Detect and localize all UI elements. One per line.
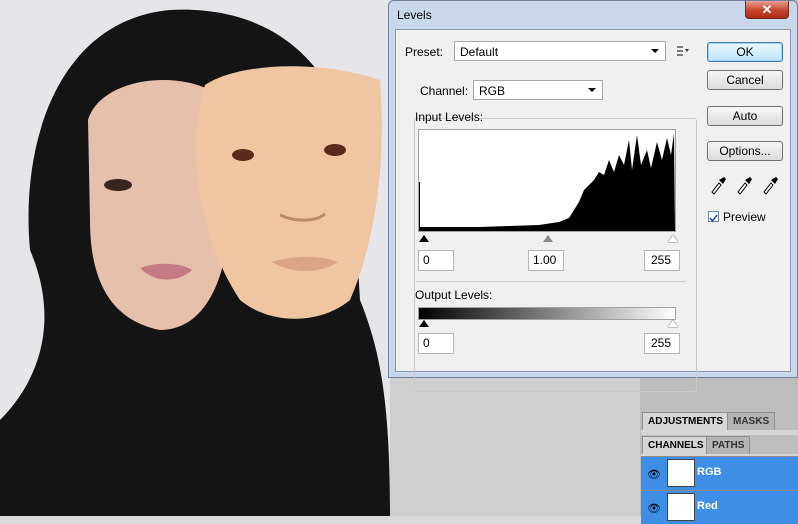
preset-dropdown[interactable]: Default (454, 41, 666, 61)
output-black-field[interactable]: 0 (418, 333, 454, 354)
input-black-slider[interactable] (419, 235, 429, 242)
channel-dropdown[interactable]: RGB (473, 80, 603, 100)
preset-label: Preset: (405, 45, 444, 59)
black-eyedropper-icon[interactable] (709, 175, 727, 195)
input-gamma-slider[interactable] (543, 235, 553, 242)
tab-paths[interactable]: PATHS (706, 436, 751, 454)
preview-label: Preview (723, 210, 766, 224)
adjustments-panel-body (641, 430, 798, 435)
preview-checkbox[interactable] (708, 211, 719, 223)
workspace-gray (390, 376, 640, 516)
tab-channels[interactable]: CHANNELS (642, 436, 710, 454)
preset-options-icon[interactable] (676, 44, 690, 58)
input-black-field[interactable]: 0 (418, 250, 454, 271)
cancel-button[interactable]: Cancel (707, 70, 783, 90)
chevron-down-icon (651, 49, 659, 53)
levels-dialog: Levels ✕ Preset: Default Channel: RGB In… (388, 0, 798, 392)
separator (416, 281, 686, 282)
output-gradient (418, 307, 676, 320)
close-button[interactable]: ✕ (745, 1, 789, 19)
document-canvas[interactable] (0, 0, 390, 516)
input-white-slider[interactable] (668, 235, 678, 242)
input-gamma-field[interactable]: 1.00 (528, 250, 564, 271)
channel-label: Channel: (418, 84, 471, 98)
channel-value: RGB (479, 84, 506, 98)
output-white-slider[interactable] (668, 320, 678, 327)
output-levels-label: Output Levels: (415, 288, 493, 302)
canvas-image (0, 9, 390, 516)
preset-value: Default (460, 45, 499, 59)
dialog-title: Levels (397, 8, 432, 22)
input-white-field[interactable]: 255 (644, 250, 680, 271)
channel-row-red[interactable]: 👁 Red (641, 490, 798, 524)
dialog-body: Preset: Default Channel: RGB Input Level… (395, 29, 791, 392)
channel-row-rgb[interactable]: 👁 RGB (641, 456, 798, 490)
histogram (418, 129, 676, 232)
gray-eyedropper-icon[interactable] (735, 175, 753, 195)
histogram-graph (419, 133, 675, 231)
ok-button[interactable]: OK (707, 42, 783, 62)
chevron-down-icon (588, 88, 596, 92)
checkmark-icon (709, 214, 718, 223)
channel-label: Red (697, 500, 718, 512)
tab-masks[interactable]: MASKS (727, 412, 776, 430)
visibility-eye-icon[interactable]: 👁 (645, 502, 663, 515)
visibility-eye-icon[interactable]: 👁 (645, 468, 663, 481)
output-black-slider[interactable] (419, 320, 429, 327)
dialog-titlebar[interactable]: Levels ✕ (389, 1, 797, 29)
input-levels-label: Input Levels: (415, 110, 484, 124)
channel-thumbnail (667, 493, 695, 521)
channel-label: RGB (697, 466, 722, 478)
output-white-field[interactable]: 255 (644, 333, 680, 354)
auto-button[interactable]: Auto (707, 106, 783, 126)
tab-adjustments[interactable]: ADJUSTMENTS (642, 412, 730, 430)
white-eyedropper-icon[interactable] (761, 175, 779, 195)
channel-thumbnail (667, 459, 695, 487)
options-button[interactable]: Options... (707, 141, 783, 161)
